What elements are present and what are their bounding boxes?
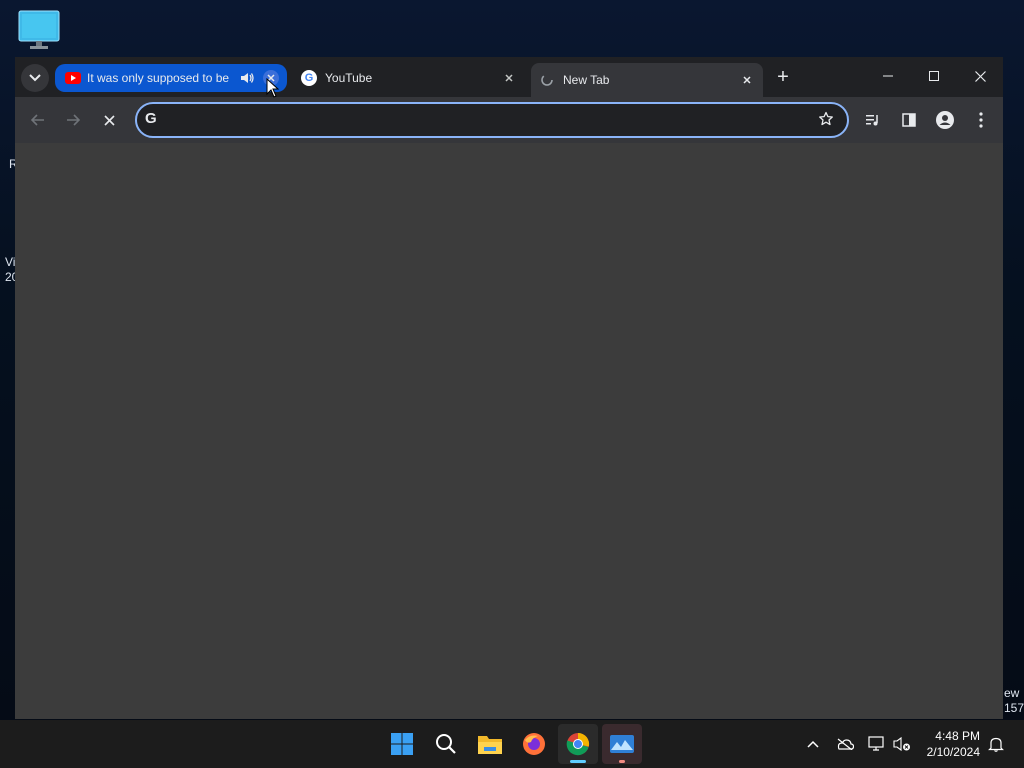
onedrive-icon — [837, 738, 854, 750]
photos-taskbar-button[interactable] — [602, 724, 642, 764]
chrome-window: It was only supposed to be G YouTube New… — [15, 57, 1003, 719]
youtube-icon — [65, 72, 81, 84]
toolbar: G — [15, 97, 1003, 143]
google-g-icon: G — [301, 70, 317, 86]
arrow-left-icon — [31, 114, 44, 126]
arrow-right-icon — [67, 114, 80, 126]
bookmark-star-icon[interactable] — [817, 110, 835, 128]
maximize-icon — [929, 71, 939, 81]
plus-icon: + — [777, 66, 789, 88]
address-input[interactable] — [171, 110, 795, 132]
side-panel-icon — [902, 113, 916, 127]
volume-muted-icon — [893, 736, 910, 752]
loading-icon — [539, 72, 555, 88]
kebab-menu-icon — [979, 112, 983, 128]
chevron-down-icon — [29, 74, 41, 82]
tab-new-tab[interactable]: New Tab — [531, 63, 763, 97]
show-hidden-icons-button[interactable] — [803, 734, 823, 754]
new-tab-button[interactable]: + — [772, 66, 794, 88]
tab-youtube-video[interactable]: It was only supposed to be — [55, 64, 287, 92]
search-button[interactable] — [426, 724, 466, 764]
clock-date: 2/10/2024 — [926, 745, 980, 759]
file-explorer-button[interactable] — [470, 724, 510, 764]
tab-youtube[interactable]: G YouTube — [293, 63, 525, 93]
firefox-icon — [523, 733, 545, 755]
bell-icon — [988, 737, 1004, 752]
clock-time: 4:48 PM — [935, 729, 980, 743]
close-icon — [505, 74, 513, 82]
this-pc-desktop-icon[interactable] — [18, 10, 60, 50]
desktop-label-clipped: 157 — [1004, 701, 1024, 715]
speaker-icon[interactable] — [239, 70, 255, 86]
avatar-icon — [936, 111, 954, 129]
close-window-button[interactable] — [958, 63, 1002, 89]
playlist-music-icon — [866, 115, 878, 126]
google-g-icon: G — [145, 110, 157, 127]
tab-title: YouTube — [325, 71, 373, 85]
desktop-label-clipped: ew — [1004, 686, 1020, 700]
profile-button[interactable] — [932, 107, 958, 133]
taskbar: 4:48 PM 2/10/2024 — [0, 720, 1024, 768]
network-button[interactable] — [867, 734, 887, 754]
stop-loading-button[interactable] — [96, 107, 122, 133]
active-app-indicator — [570, 760, 586, 763]
forward-button[interactable] — [60, 107, 86, 133]
tab-close-button[interactable] — [739, 72, 755, 88]
chevron-up-icon — [807, 740, 819, 748]
photos-icon — [610, 735, 634, 753]
start-button[interactable] — [382, 724, 422, 764]
network-icon — [868, 736, 884, 751]
address-bar[interactable]: G — [135, 102, 849, 138]
page-content — [15, 143, 1003, 719]
minimize-button[interactable] — [866, 63, 910, 89]
menu-button[interactable] — [968, 107, 994, 133]
running-app-indicator — [619, 760, 625, 763]
side-panel-button[interactable] — [896, 107, 922, 133]
firefox-button[interactable] — [514, 724, 554, 764]
system-clock[interactable]: 4:48 PM 2/10/2024 — [927, 728, 980, 760]
tab-title: It was only supposed to be — [87, 71, 229, 85]
notifications-button[interactable] — [986, 734, 1006, 754]
mouse-cursor-icon — [266, 78, 280, 98]
start-icon — [391, 733, 413, 755]
maximize-button[interactable] — [912, 63, 956, 89]
back-button[interactable] — [25, 107, 51, 133]
desktop-label-clipped: Vi — [5, 255, 16, 269]
close-icon — [103, 114, 115, 126]
close-icon — [743, 76, 751, 84]
tab-title: New Tab — [563, 73, 610, 87]
media-controls-button[interactable] — [860, 107, 886, 133]
onedrive-button[interactable] — [835, 734, 855, 754]
tab-search-button[interactable] — [21, 64, 49, 92]
chrome-icon — [566, 732, 590, 756]
file-explorer-icon — [478, 736, 502, 754]
minimize-icon — [883, 75, 893, 77]
volume-button[interactable] — [892, 734, 912, 754]
chrome-taskbar-button[interactable] — [558, 724, 598, 764]
search-icon — [436, 734, 456, 754]
tab-strip: It was only supposed to be G YouTube New… — [15, 57, 1003, 97]
tab-close-button[interactable] — [501, 70, 517, 86]
close-icon — [974, 70, 986, 82]
